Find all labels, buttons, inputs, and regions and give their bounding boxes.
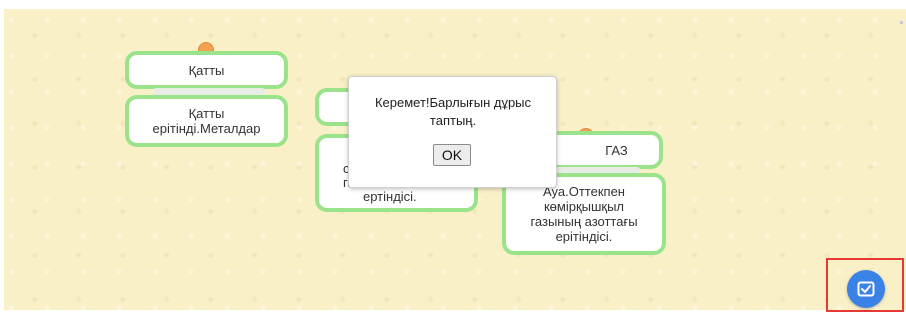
solid-body-label: Қатты ерітінді.Металдар (152, 106, 261, 136)
check-square-icon (857, 281, 875, 297)
ok-button[interactable]: OK (433, 144, 471, 166)
solid-header-label: Қатты (188, 62, 225, 78)
solid-body-card[interactable]: Қатты ерітінді.Металдар (125, 95, 288, 147)
edge-mark (900, 21, 903, 24)
dialog-message: Керемет!Барлығын дұрыс таптың. (374, 95, 532, 128)
alert-dialog: Керемет!Барлығын дұрыс таптың. OK (348, 76, 557, 188)
check-answer-button[interactable] (847, 270, 885, 308)
solid-header-card[interactable]: Қатты (125, 51, 288, 89)
liquid-body-end: ертіндісі. (363, 189, 417, 204)
gas-body-label: Ауа.Оттекпен көмірқышқыл газының азоттағ… (530, 184, 638, 244)
liquid-header-card[interactable] (315, 88, 351, 126)
gas-header-label: ГАЗ (605, 142, 628, 158)
